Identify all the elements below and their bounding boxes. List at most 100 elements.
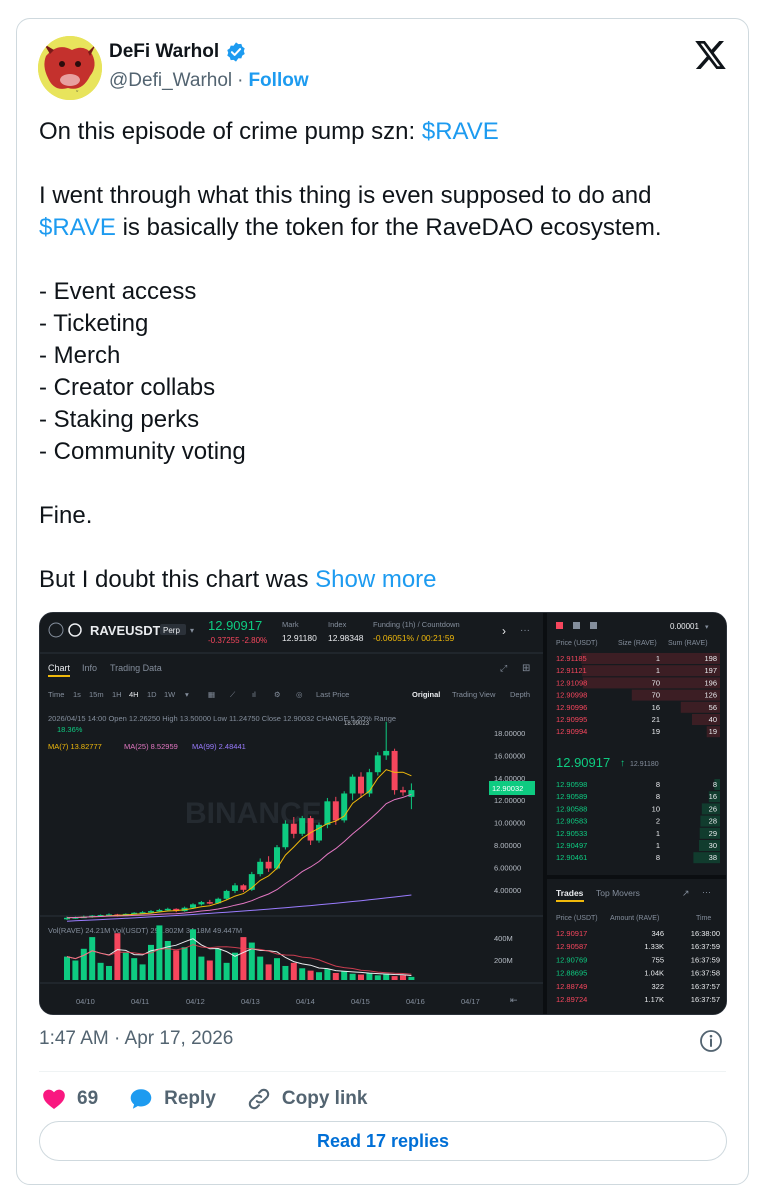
settings-icon[interactable]: ⚙	[274, 690, 281, 699]
book-price[interactable]: 12.90583	[556, 817, 587, 826]
more-icon[interactable]: ···	[702, 887, 711, 897]
tab-top-movers[interactable]: Top Movers	[596, 888, 640, 898]
like-button[interactable]: 69	[41, 1086, 98, 1112]
book-price[interactable]: 12.90589	[556, 792, 587, 801]
book-asks-icon[interactable]	[590, 622, 597, 629]
header-price: 12.90917	[208, 618, 262, 633]
book-price[interactable]: 12.90995	[556, 715, 587, 724]
dropdown-icon[interactable]: ▾	[190, 626, 194, 635]
volume-bar	[181, 947, 188, 980]
book-price[interactable]: 12.91098	[556, 678, 587, 687]
target-icon[interactable]: ◎	[296, 690, 303, 699]
indicator-icon[interactable]: ⟋	[230, 690, 236, 699]
interval-1d[interactable]: 1D	[147, 690, 157, 699]
trade-time: 16:37:57	[691, 982, 720, 991]
volume-info: Vol(RAVE) 24.21M Vol(USDT) 291.802M 34.1…	[48, 926, 242, 935]
calendar-icon[interactable]: ▦	[208, 690, 215, 699]
book-price[interactable]: 12.91185	[556, 654, 587, 663]
expand-icon[interactable]: ⤢	[499, 663, 507, 673]
display-name[interactable]: DeFi Warhol	[109, 41, 219, 63]
price-axis-label: 10.00000	[494, 819, 525, 828]
book-price[interactable]: 12.90588	[556, 804, 587, 813]
book-bids-icon[interactable]	[573, 622, 580, 629]
depth-bar	[581, 653, 720, 664]
book-sum: 16	[709, 792, 717, 801]
x-logo-icon[interactable]	[695, 41, 726, 69]
book-price[interactable]: 12.90598	[556, 780, 587, 789]
avatar[interactable]: ˇ	[38, 36, 102, 100]
book-sum: 40	[709, 715, 717, 724]
bullet-item: - Ticketing	[39, 310, 149, 337]
cashtag-link[interactable]: $RAVE	[422, 118, 499, 145]
show-more-link[interactable]: Show more	[315, 566, 436, 593]
follow-button[interactable]: Follow	[248, 70, 308, 92]
scale-icon[interactable]: ⇤	[510, 995, 518, 1005]
tab-trading-data[interactable]: Trading Data	[110, 663, 162, 673]
candle-body	[408, 790, 415, 797]
vol-axis-label: 400M	[494, 934, 513, 943]
book-both-icon[interactable]	[556, 622, 563, 629]
book-price[interactable]: 12.90996	[556, 703, 587, 712]
volume-bar	[64, 956, 70, 980]
trades-header: Time	[696, 915, 711, 922]
trading-chart: RAVEUSDT Perp ▾ 12.90917 -0.37255 -2.80%…	[40, 613, 726, 1014]
reply-button[interactable]: Reply	[128, 1086, 216, 1112]
volume-bar	[391, 976, 398, 980]
cashtag-link[interactable]: $RAVE	[39, 214, 116, 241]
tweet-text-span: is basically the token for the RaveDAO e…	[115, 214, 662, 241]
volume-bar	[198, 956, 205, 980]
more-icon[interactable]: ···	[520, 625, 530, 636]
dropdown-icon[interactable]: ▾	[705, 624, 709, 631]
book-size: 21	[652, 715, 660, 724]
volume-bar	[282, 965, 289, 980]
dropdown-icon[interactable]: ▾	[185, 690, 189, 699]
view-trading-view[interactable]: Trading View	[452, 690, 496, 699]
book-price[interactable]: 12.91121	[556, 666, 587, 675]
interval-1w[interactable]: 1W	[164, 690, 176, 699]
interval-1h[interactable]: 1H	[112, 690, 122, 699]
interval-time[interactable]: Time	[48, 690, 64, 699]
copy-link-button[interactable]: Copy link	[246, 1086, 367, 1112]
avatar-cow-icon: ˇ	[38, 36, 102, 100]
grid-icon[interactable]: ⊞	[522, 663, 530, 674]
chevron-right-icon[interactable]: ›	[502, 624, 506, 638]
tweet-card: ˇ DeFi Warhol @Defi_Warhol · Follow On t…	[16, 18, 749, 1185]
external-link-icon[interactable]: ↗	[682, 888, 690, 898]
tab-trades[interactable]: Trades	[556, 888, 584, 898]
volume-bar	[114, 933, 121, 980]
symbol[interactable]: RAVEUSDT	[90, 623, 161, 638]
book-price[interactable]: 12.90497	[556, 841, 587, 850]
handle[interactable]: @Defi_Warhol	[109, 70, 232, 92]
view-original[interactable]: Original	[412, 690, 440, 699]
bullet-item: - Creator collabs	[39, 374, 216, 401]
perp-badge: Perp	[163, 626, 180, 635]
volume-bar	[341, 971, 348, 980]
info-icon[interactable]	[699, 1029, 723, 1053]
trade-amount: 1.33K	[644, 942, 664, 951]
tab-chart[interactable]: Chart	[48, 663, 71, 673]
trade-price: 12.90587	[556, 942, 587, 951]
book-price[interactable]: 12.90461	[556, 853, 587, 862]
book-price[interactable]: 12.90994	[556, 727, 587, 736]
book-price[interactable]: 12.90998	[556, 691, 587, 700]
interval-4h[interactable]: 4H	[129, 690, 139, 699]
volume-bar	[139, 964, 146, 980]
book-size: 8	[656, 792, 660, 801]
last-price-select[interactable]: Last Price	[316, 690, 349, 699]
tab-info[interactable]: Info	[82, 663, 97, 673]
interval-1s[interactable]: 1s	[73, 690, 81, 699]
price-axis-label: 6.00000	[494, 863, 521, 872]
interval-15m[interactable]: 15m	[89, 690, 104, 699]
book-sum: 30	[709, 841, 717, 850]
volume-bar	[190, 929, 196, 980]
book-price[interactable]: 12.90533	[556, 829, 587, 838]
candle-type-icon[interactable]: ıl	[252, 690, 256, 699]
trade-price: 12.90769	[556, 955, 587, 964]
chart-screenshot[interactable]: RAVEUSDT Perp ▾ 12.90917 -0.37255 -2.80%…	[39, 612, 727, 1015]
read-replies-button[interactable]: Read 17 replies	[39, 1121, 727, 1161]
tick-size-select[interactable]: 0.00001	[670, 622, 699, 631]
trade-price: 12.90917	[556, 929, 587, 938]
candle-body	[400, 790, 406, 793]
view-depth[interactable]: Depth	[510, 690, 530, 699]
tweet-timestamp[interactable]: 1:47 AM · Apr 17, 2026	[39, 1028, 233, 1050]
